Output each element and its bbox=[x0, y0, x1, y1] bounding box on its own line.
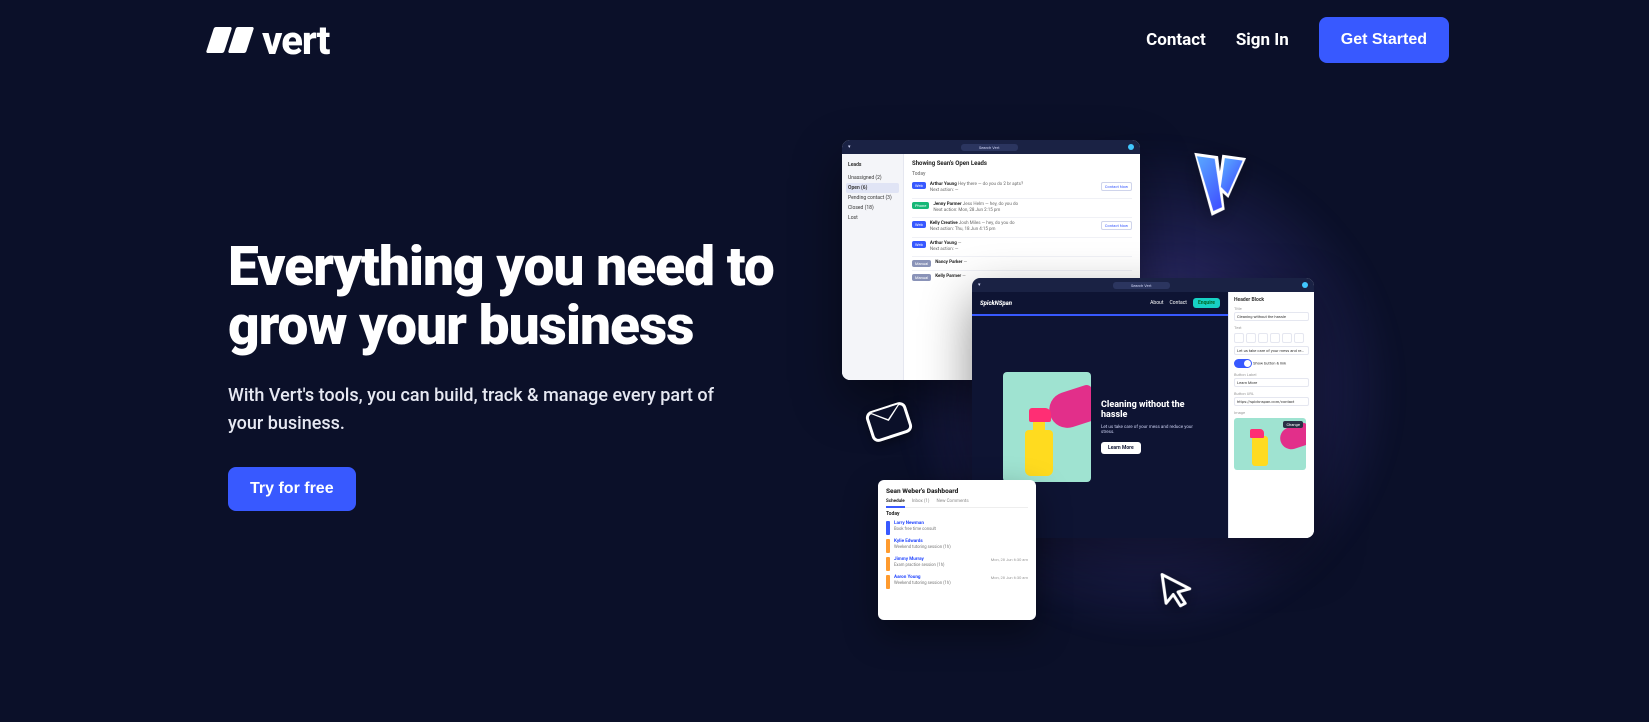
hero-subtext: With Vert's tools, you can build, track … bbox=[228, 382, 738, 438]
lead-pill: Web bbox=[912, 182, 926, 189]
lead-info: Jenny Parmer Jess Helm — hey, do you doN… bbox=[933, 202, 1132, 215]
field-label: Show button & link bbox=[1253, 361, 1286, 366]
dash-tab: Inbox (1) bbox=[912, 499, 930, 504]
sidebar-heading: Leads bbox=[846, 160, 899, 170]
try-free-button[interactable]: Try for free bbox=[228, 467, 356, 511]
preview-enquire: Enquire bbox=[1193, 298, 1220, 308]
dash-row-text: Kylie EdwardsWeekend tutoring session (1… bbox=[894, 539, 1024, 550]
dash-row-text: Larry NewmanBook free time consult bbox=[894, 521, 1024, 532]
builder-inspector: Header Block TitleCleaning without the h… bbox=[1228, 292, 1314, 538]
lead-row: Web Kelly Creative Josh Miles — hey, do … bbox=[912, 218, 1132, 238]
hero-headline: Everything you need to grow your busines… bbox=[228, 238, 788, 356]
lead-pill: Manual bbox=[912, 260, 931, 267]
close-icon bbox=[1128, 144, 1134, 150]
dash-row-text: Jimmy MurrayExam practice session (1h) bbox=[894, 557, 987, 568]
field-value: Let us take care of your mess and reduce… bbox=[1234, 346, 1309, 355]
close-icon bbox=[1302, 282, 1308, 288]
preview-link: About bbox=[1150, 300, 1163, 306]
dash-title: Sean Weber's Dashboard bbox=[886, 487, 1028, 495]
dash-section: Today bbox=[886, 511, 1028, 517]
top-nav: Contact Sign In Get Started bbox=[1146, 17, 1449, 63]
dash-row: Larry NewmanBook free time consult bbox=[886, 519, 1028, 537]
leads-title: Showing Sean's Open Leads bbox=[912, 160, 1132, 167]
preview-link: Contact bbox=[1169, 300, 1186, 306]
lead-action: Contact Now bbox=[1101, 182, 1132, 191]
preview-brand: SpickNSpan bbox=[980, 300, 1012, 307]
dash-row-time: Mon, 28 Jun 6:30 am bbox=[991, 575, 1028, 580]
field-label: Button URL bbox=[1234, 391, 1309, 396]
inspector-thumb: Change bbox=[1234, 418, 1306, 470]
mock-search: Search Vert bbox=[1113, 282, 1170, 289]
lead-pill: Manual bbox=[912, 274, 931, 281]
dash-row-time: Mon, 28 Jun 6:30 am bbox=[991, 557, 1028, 562]
hero-illustration: ▾ Search Vert Leads Unassigned (2) Open … bbox=[820, 120, 1380, 680]
mock-dashboard-card: Sean Weber's Dashboard Schedule Inbox (1… bbox=[878, 480, 1036, 620]
field-value: Cleaning without the hassle bbox=[1234, 312, 1309, 321]
dash-tab: New Comments bbox=[937, 499, 969, 504]
preview-sub: Let us take care of your mess and reduce… bbox=[1101, 425, 1197, 437]
mock-logo-icon: ▾ bbox=[848, 144, 851, 150]
preview-title: Cleaning without the hassle bbox=[1101, 400, 1197, 421]
lead-pill: Web bbox=[912, 221, 926, 228]
sidebar-item: Pending contact (3) bbox=[846, 193, 899, 203]
dash-row: Jimmy MurrayExam practice session (1h) M… bbox=[886, 555, 1028, 573]
field-value: Learn More bbox=[1234, 378, 1309, 387]
dash-row: Kylie EdwardsWeekend tutoring session (1… bbox=[886, 537, 1028, 555]
logo[interactable]: vert bbox=[210, 17, 329, 64]
cursor-sticker-icon bbox=[1158, 568, 1198, 616]
nav-contact[interactable]: Contact bbox=[1146, 30, 1206, 50]
color-bar bbox=[886, 575, 890, 589]
mock-leads-sidebar: Leads Unassigned (2) Open (6) Pending co… bbox=[842, 154, 904, 380]
mock-search: Search Vert bbox=[961, 144, 1018, 151]
color-bar bbox=[886, 557, 890, 571]
field-label: Text bbox=[1234, 325, 1309, 330]
dash-row-text: Aaron YoungWeekend tutoring session (1h) bbox=[894, 575, 987, 586]
nav-signin[interactable]: Sign In bbox=[1236, 30, 1289, 50]
leads-section: Today bbox=[912, 171, 1132, 177]
dash-row: Aaron YoungWeekend tutoring session (1h)… bbox=[886, 573, 1028, 591]
lead-row: Phone Jenny Parmer Jess Helm — hey, do y… bbox=[912, 199, 1132, 219]
lead-row: Web Arthur Young —Next action: — bbox=[912, 238, 1132, 258]
lead-action: Contact Now bbox=[1101, 221, 1132, 230]
lead-info: Arthur Young —Next action: — bbox=[930, 241, 1132, 254]
toggle-icon bbox=[1234, 359, 1252, 368]
logo-text: vert bbox=[262, 17, 329, 64]
lead-row: Manual Nancy Parker — bbox=[912, 257, 1132, 271]
change-badge: Change bbox=[1283, 421, 1303, 428]
dash-tab: Schedule bbox=[886, 499, 905, 508]
lead-row: Web Arthur Young Hey there — do you do 2… bbox=[912, 179, 1132, 199]
color-bar bbox=[886, 539, 890, 553]
field-label: Title bbox=[1234, 306, 1309, 311]
mock-logo-icon: ▾ bbox=[978, 282, 981, 288]
field-value: https://spicknspan.com/contact bbox=[1234, 397, 1309, 406]
lead-info: Kelly Creative Josh Miles — hey, do you … bbox=[930, 221, 1097, 234]
field-label: Button Label bbox=[1234, 372, 1309, 377]
sidebar-item: Unassigned (2) bbox=[846, 173, 899, 183]
lead-info: Arthur Young Hey there — do you do 2 br … bbox=[930, 182, 1097, 195]
lead-info: Nancy Parker — bbox=[935, 260, 1132, 266]
lead-pill: Web bbox=[912, 241, 926, 248]
sidebar-item: Lost bbox=[846, 213, 899, 223]
sidebar-item: Closed (18) bbox=[846, 203, 899, 213]
preview-learn-more: Learn More bbox=[1101, 442, 1141, 454]
lead-pill: Phone bbox=[912, 202, 929, 209]
spray-image bbox=[1003, 372, 1091, 482]
color-bar bbox=[886, 521, 890, 535]
inspector-heading: Header Block bbox=[1234, 297, 1309, 303]
envelope-sticker-icon bbox=[864, 400, 914, 443]
sidebar-item: Open (6) bbox=[846, 183, 899, 193]
v-sticker-icon bbox=[1175, 143, 1255, 226]
get-started-button[interactable]: Get Started bbox=[1319, 17, 1449, 63]
logo-mark-icon bbox=[210, 27, 250, 53]
field-label: Image bbox=[1234, 410, 1309, 415]
